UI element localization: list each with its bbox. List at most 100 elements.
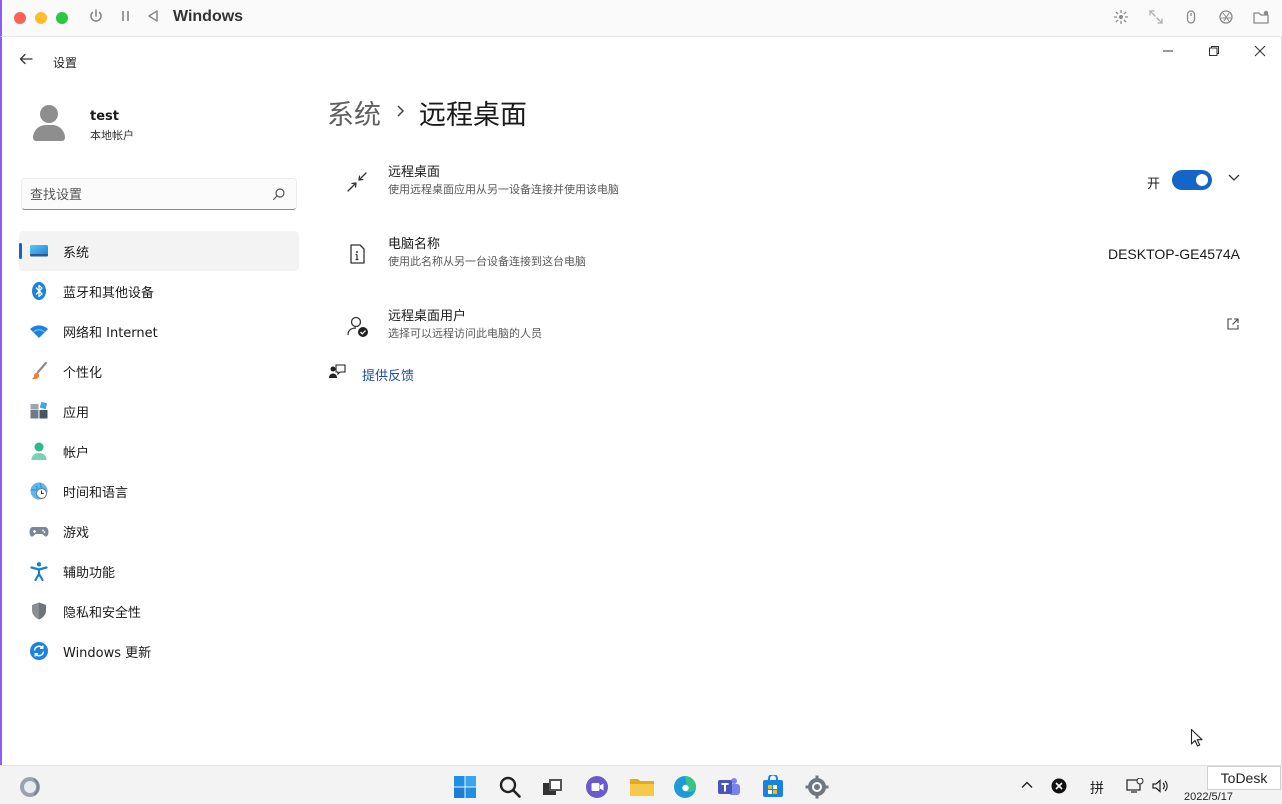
search-box <box>21 178 297 210</box>
apps-icon <box>29 401 49 421</box>
taskbar: 拼 2022/5/17 <box>0 765 1282 804</box>
search-icon[interactable] <box>498 775 522 799</box>
setting-description: 选择可以远程访问此电脑的人员 <box>388 327 542 340</box>
remote-desktop-icon <box>346 171 370 195</box>
sidebar-item-label: 应用 <box>63 405 90 421</box>
sidebar-item-bluetooth[interactable]: 蓝牙和其他设备 <box>19 271 299 311</box>
taskview-icon[interactable] <box>541 775 565 799</box>
search-icon[interactable] <box>272 186 286 202</box>
volume-icon[interactable] <box>1152 778 1170 798</box>
sidebar-item-accessibility[interactable]: 辅助功能 <box>19 551 299 591</box>
file-explorer-icon[interactable] <box>629 775 654 799</box>
system-monitor-icon <box>29 241 49 261</box>
chevron-down-icon[interactable] <box>1226 169 1242 185</box>
remote-desktop-users-setting[interactable]: 远程桌面用户 选择可以远程访问此电脑的人员 <box>328 295 1256 359</box>
pc-name-value: DESKTOP-GE4574A <box>1107 246 1240 262</box>
store-icon[interactable] <box>761 773 785 799</box>
remote-desktop-setting[interactable]: 远程桌面 使用远程桌面应用从另一设备连接并使用该电脑 开 <box>328 151 1256 215</box>
setting-title: 电脑名称 <box>388 237 441 252</box>
user-check-icon <box>346 315 370 339</box>
close-icon[interactable] <box>1245 43 1275 65</box>
minimize-icon[interactable] <box>1153 43 1183 65</box>
aperture-icon[interactable] <box>1217 9 1235 27</box>
taskbar-date[interactable]: 2022/5/17 <box>1184 791 1233 803</box>
sidebar-item-label: 隐私和安全性 <box>63 605 142 621</box>
sidebar-nav: 系统 蓝牙和其他设备 网络和 Internet 个性化 应用 帐户 时间和语言 … <box>19 231 299 671</box>
pc-name-setting: 电脑名称 使用此名称从另一台设备连接到这台电脑 DESKTOP-GE4574A <box>328 223 1256 287</box>
pc-info-icon <box>346 243 370 267</box>
expand-icon[interactable] <box>1147 9 1165 27</box>
sidebar-item-system[interactable]: 系统 <box>19 231 299 271</box>
breadcrumb: 系统 远程桌面 <box>327 93 527 132</box>
sidebar-item-privacy[interactable]: 隐私和安全性 <box>19 591 299 631</box>
restore-icon[interactable] <box>1199 43 1229 65</box>
setting-title: 远程桌面用户 <box>388 309 467 324</box>
shield-icon <box>29 601 49 621</box>
close-circle-icon[interactable] <box>1051 778 1067 798</box>
gamepad-icon <box>29 521 49 541</box>
external-link-icon[interactable] <box>1226 316 1240 330</box>
sidebar-item-label: 系统 <box>63 245 90 261</box>
setting-title: 远程桌面 <box>388 165 441 180</box>
pause-icon[interactable] <box>120 8 132 30</box>
power-icon[interactable] <box>88 8 104 30</box>
brush-icon <box>29 361 49 381</box>
edge-icon[interactable] <box>673 775 697 799</box>
account-icon <box>29 441 49 461</box>
feedback-icon <box>328 363 346 385</box>
sidebar-item-label: 游戏 <box>63 525 90 541</box>
sidebar-item-gaming[interactable]: 游戏 <box>19 511 299 551</box>
sidebar-item-personalization[interactable]: 个性化 <box>19 351 299 391</box>
settings-window: 设置 test 本地帐户 系统 蓝牙和其他设备 网络和 Internet <box>0 37 1282 765</box>
page-title: 远程桌面 <box>419 100 527 131</box>
sidebar-item-network[interactable]: 网络和 Internet <box>19 311 299 351</box>
network-icon[interactable] <box>1126 777 1144 798</box>
close-window-button[interactable] <box>14 12 26 24</box>
sidebar-item-label: 蓝牙和其他设备 <box>63 285 155 301</box>
profile-name: test <box>90 109 119 124</box>
update-icon <box>29 641 49 661</box>
accessibility-icon <box>29 561 49 582</box>
sidebar-item-time-language[interactable]: 时间和语言 <box>19 471 299 511</box>
ime-indicator[interactable]: 拼 <box>1090 778 1104 798</box>
toggle-state-label: 开 <box>1146 177 1160 192</box>
sidebar-item-windows-update[interactable]: Windows 更新 <box>19 631 299 671</box>
wifi-icon <box>29 321 49 341</box>
settings-icon[interactable] <box>805 775 829 799</box>
host-title: Windows <box>173 8 244 25</box>
sidebar-item-label: 辅助功能 <box>63 565 116 581</box>
feedback-link[interactable]: 提供反馈 <box>328 363 414 385</box>
start-icon[interactable] <box>453 775 477 799</box>
back-triangle-icon[interactable] <box>146 8 160 30</box>
bluetooth-icon <box>29 281 49 301</box>
chevron-up-icon[interactable] <box>1020 778 1034 796</box>
mouse-icon[interactable] <box>1182 9 1200 27</box>
mouse-cursor-icon <box>1190 728 1204 748</box>
sidebar-item-label: Windows 更新 <box>63 645 152 661</box>
sidebar-item-label: 网络和 Internet <box>63 325 158 341</box>
back-arrow-icon[interactable] <box>18 51 38 71</box>
avatar[interactable] <box>33 105 65 141</box>
fullscreen-window-button[interactable] <box>56 12 68 24</box>
folder-icon[interactable] <box>1252 9 1270 27</box>
chevron-right-icon <box>395 102 405 123</box>
setting-description: 使用此名称从另一台设备连接到这台电脑 <box>388 255 586 268</box>
host-toolbar: Windows <box>0 0 1282 37</box>
app-title: 设置 <box>53 56 78 70</box>
globe-clock-icon <box>29 481 49 501</box>
sidebar-item-label: 帐户 <box>63 445 90 461</box>
sidebar-item-apps[interactable]: 应用 <box>19 391 299 431</box>
search-input[interactable] <box>30 185 260 205</box>
chat-icon[interactable] <box>585 775 609 799</box>
minimize-window-button[interactable] <box>35 12 47 24</box>
sidebar-item-accounts[interactable]: 帐户 <box>19 431 299 471</box>
teams-icon[interactable] <box>717 775 741 799</box>
todesk-badge[interactable]: ToDesk <box>1207 766 1281 790</box>
widgets-icon[interactable] <box>18 775 42 799</box>
setting-description: 使用远程桌面应用从另一设备连接并使用该电脑 <box>388 183 619 196</box>
brightness-icon[interactable] <box>1112 9 1130 27</box>
feedback-label: 提供反馈 <box>362 368 415 384</box>
remote-desktop-toggle[interactable] <box>1172 170 1212 190</box>
breadcrumb-parent[interactable]: 系统 <box>327 93 381 132</box>
account-type: 本地帐户 <box>90 129 134 142</box>
